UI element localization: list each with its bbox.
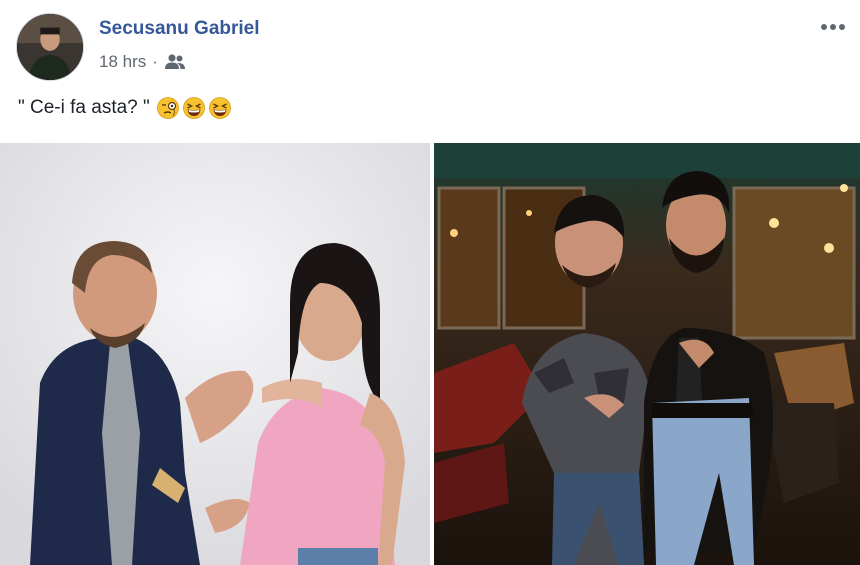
photo-right-image — [434, 143, 860, 565]
avatar-image — [17, 14, 83, 80]
meta-separator: · — [152, 52, 158, 71]
post-text-content: " Ce-i fa asta? " — [18, 97, 150, 118]
post-text: " Ce-i fa asta? " — [18, 96, 232, 120]
grinning-squinting-face-emoji — [208, 97, 231, 119]
post-meta: 18 hrs · — [99, 52, 186, 72]
more-options-icon[interactable] — [818, 18, 848, 36]
author-name-link[interactable]: Secusanu Gabriel — [99, 18, 260, 40]
monocle-face-emoji — [156, 97, 179, 119]
more-dot — [839, 24, 845, 30]
post-photo-right[interactable] — [434, 143, 860, 565]
grinning-squinting-face-emoji — [182, 97, 205, 119]
post-photo-left[interactable] — [0, 143, 430, 565]
post-header: Secusanu Gabriel 18 hrs · — [0, 0, 860, 90]
post-timestamp[interactable]: 18 hrs — [99, 52, 146, 72]
emoji-row — [156, 96, 232, 120]
author-avatar[interactable] — [16, 13, 84, 81]
photo-left-image — [0, 143, 430, 565]
friends-icon[interactable] — [164, 53, 186, 71]
more-dot — [821, 24, 827, 30]
more-dot — [830, 24, 836, 30]
